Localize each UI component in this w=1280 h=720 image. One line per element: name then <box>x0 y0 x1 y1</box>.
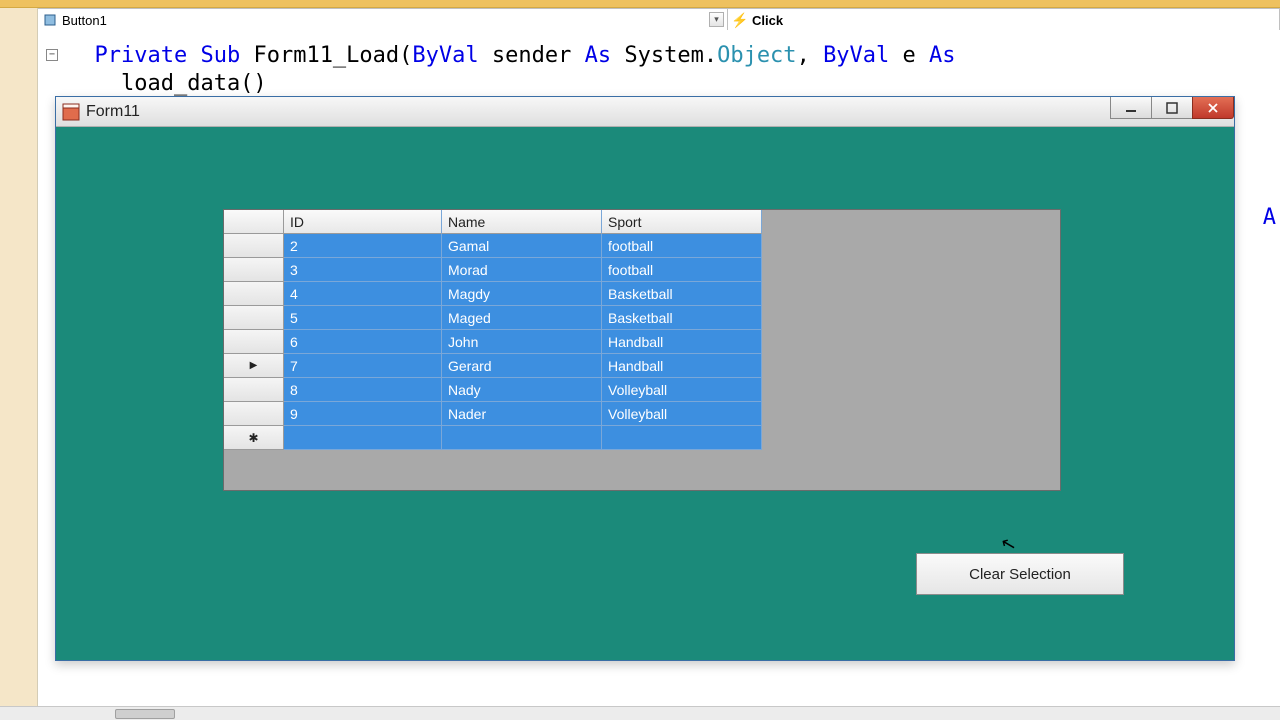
code-line-2: load_data() <box>68 70 1280 98</box>
table-row[interactable]: 5MagedBasketball <box>224 306 762 330</box>
chevron-down-icon[interactable]: ▾ <box>709 12 724 27</box>
grid-cell[interactable]: Handball <box>602 354 762 378</box>
grid-header-row: ID Name Sport <box>224 210 762 234</box>
grid-cell[interactable]: Volleyball <box>602 402 762 426</box>
grid-cell[interactable]: football <box>602 234 762 258</box>
new-row-indicator-icon <box>224 426 284 450</box>
data-grid-view[interactable]: ID Name Sport 2Gamalfootball3Moradfootba… <box>223 209 1061 491</box>
table-row[interactable]: 4MagdyBasketball <box>224 282 762 306</box>
grid-cell[interactable]: 9 <box>284 402 442 426</box>
object-dropdown-text: Button1 <box>62 13 107 28</box>
grid-cell[interactable]: Maged <box>442 306 602 330</box>
event-dropdown-text: Click <box>752 13 783 28</box>
event-dropdown[interactable]: ⚡ Click <box>728 9 1280 31</box>
row-header[interactable] <box>224 378 284 402</box>
row-header[interactable] <box>224 330 284 354</box>
code-line-1: Private Sub Form11_Load(ByVal sender As … <box>68 42 1280 70</box>
grid-cell[interactable] <box>284 426 442 450</box>
grid-corner-cell[interactable] <box>224 210 284 234</box>
horizontal-scrollbar[interactable] <box>0 706 1280 720</box>
grid-cell[interactable]: 3 <box>284 258 442 282</box>
row-header[interactable] <box>224 306 284 330</box>
grid-cell[interactable]: 7 <box>284 354 442 378</box>
row-header[interactable] <box>224 258 284 282</box>
close-button[interactable] <box>1192 97 1234 119</box>
grid-new-row[interactable] <box>224 426 762 450</box>
column-header-name[interactable]: Name <box>442 210 602 234</box>
form-window: Form11 ID Name Sport 2Gamal <box>55 96 1235 661</box>
table-row[interactable]: 9NaderVolleyball <box>224 402 762 426</box>
form-app-icon <box>62 103 80 121</box>
lightning-icon: ⚡ <box>732 12 748 28</box>
grid-cell[interactable]: Nady <box>442 378 602 402</box>
grid-cell[interactable]: Basketball <box>602 306 762 330</box>
grid-cell[interactable]: Gamal <box>442 234 602 258</box>
form-client-area: ID Name Sport 2Gamalfootball3Moradfootba… <box>61 127 1229 655</box>
grid-cell[interactable]: 5 <box>284 306 442 330</box>
member-dropdown-row: Button1 ▾ ⚡ Click <box>38 8 1280 30</box>
grid-cell[interactable]: 2 <box>284 234 442 258</box>
object-icon <box>42 12 58 28</box>
minimize-icon <box>1125 102 1137 114</box>
table-row[interactable]: 3Moradfootball <box>224 258 762 282</box>
grid-cell[interactable]: Handball <box>602 330 762 354</box>
grid-cell[interactable]: 4 <box>284 282 442 306</box>
grid-cell[interactable]: Gerard <box>442 354 602 378</box>
table-row[interactable]: 2Gamalfootball <box>224 234 762 258</box>
grid-cell[interactable]: Morad <box>442 258 602 282</box>
object-dropdown[interactable]: Button1 ▾ <box>38 9 728 31</box>
grid-cell[interactable]: Nader <box>442 402 602 426</box>
grid-cell[interactable]: 8 <box>284 378 442 402</box>
grid-cell[interactable]: John <box>442 330 602 354</box>
maximize-icon <box>1166 102 1178 114</box>
grid-cell[interactable]: Volleyball <box>602 378 762 402</box>
table-row[interactable]: 7GerardHandball <box>224 354 762 378</box>
row-header[interactable] <box>224 402 284 426</box>
ide-margin <box>0 8 38 720</box>
column-header-sport[interactable]: Sport <box>602 210 762 234</box>
grid-cell[interactable]: 6 <box>284 330 442 354</box>
minimize-button[interactable] <box>1110 97 1152 119</box>
table-row[interactable]: 8NadyVolleyball <box>224 378 762 402</box>
grid-cell[interactable]: Magdy <box>442 282 602 306</box>
table-row[interactable]: 6JohnHandball <box>224 330 762 354</box>
close-icon <box>1207 102 1219 114</box>
current-row-indicator-icon[interactable] <box>224 354 284 378</box>
maximize-button[interactable] <box>1151 97 1193 119</box>
clear-selection-button[interactable]: Clear Selection <box>916 553 1124 595</box>
fold-toggle-icon[interactable]: − <box>46 49 58 61</box>
grid-cell[interactable]: Basketball <box>602 282 762 306</box>
column-header-id[interactable]: ID <box>284 210 442 234</box>
row-header[interactable] <box>224 234 284 258</box>
ide-ribbon-edge <box>0 0 1280 8</box>
scrollbar-thumb[interactable] <box>115 709 175 719</box>
grid-cell[interactable] <box>442 426 602 450</box>
row-header[interactable] <box>224 282 284 306</box>
window-title: Form11 <box>86 103 140 121</box>
title-bar[interactable]: Form11 <box>56 97 1234 127</box>
code-fold-gutter: − <box>38 42 66 61</box>
grid-cell[interactable]: football <box>602 258 762 282</box>
code-partial-char: A <box>1263 205 1276 230</box>
grid-cell[interactable] <box>602 426 762 450</box>
window-buttons <box>1111 97 1234 119</box>
